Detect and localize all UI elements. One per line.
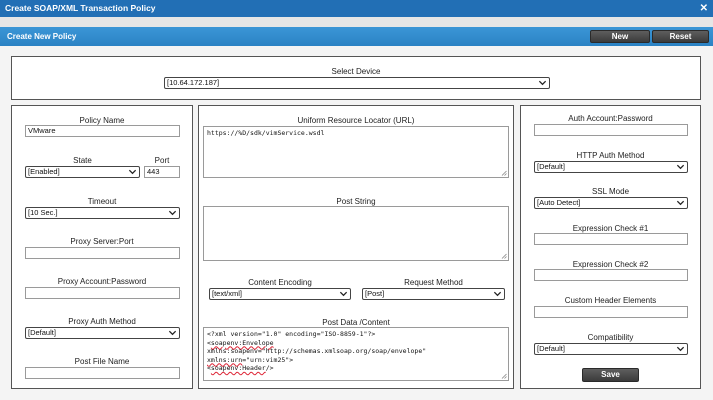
timeout-dropdown[interactable]: [10 Sec.]	[25, 207, 180, 219]
port-value: 443	[147, 167, 160, 176]
device-panel: Select Device [10.64.172.187]	[11, 56, 701, 100]
request-method-value: [Post]	[365, 289, 385, 298]
content-encoding-label: Content Encoding	[248, 278, 312, 287]
auth-account-label: Auth Account:Password	[568, 114, 653, 123]
ssl-mode-label: SSL Mode	[591, 187, 630, 196]
chevron-down-icon	[493, 290, 502, 298]
select-device-value: [10.64.172.187]	[167, 78, 220, 87]
chevron-down-icon	[168, 209, 177, 217]
dialog-title: Create SOAP/XML Transaction Policy	[5, 3, 156, 13]
post-file-input[interactable]	[25, 367, 180, 379]
chevron-down-icon	[676, 345, 685, 353]
spellcheck-word: xmlns:urn	[207, 355, 243, 364]
expression-check-2-label: Expression Check #2	[572, 260, 649, 269]
spellcheck-word: soapenv:Envelope	[210, 338, 274, 347]
resize-grip-icon[interactable]	[501, 253, 507, 259]
chevron-down-icon	[676, 199, 685, 207]
post-string-textarea[interactable]	[203, 206, 509, 261]
compatibility-dropdown[interactable]: [Default]	[534, 343, 688, 355]
resize-grip-icon[interactable]	[501, 170, 507, 176]
connection-panel: Policy Name VMware State Port [Enabled] …	[11, 105, 193, 389]
post-data-line: <soapenv:Header/>	[207, 364, 274, 372]
request-panel: Uniform Resource Locator (URL) https://%…	[198, 105, 514, 389]
spellcheck-word: soapenv:Header	[210, 364, 266, 372]
expression-check-1-label: Expression Check #1	[572, 224, 649, 233]
policy-header: Create New Policy New Reset	[0, 27, 713, 46]
url-textarea[interactable]: https://%D/sdk/vimService.wsdl	[203, 126, 509, 178]
chevron-down-icon	[676, 163, 685, 171]
state-dropdown[interactable]: [Enabled]	[25, 166, 140, 178]
post-data-line: xmlns:urn="urn:vim25">	[207, 355, 294, 364]
ssl-mode-dropdown[interactable]: [Auto Detect]	[534, 197, 688, 209]
resize-grip-icon[interactable]	[501, 373, 507, 379]
timeout-label: Timeout	[87, 197, 117, 206]
post-data-line: xmlns:soapenv="http://schemas.xmlsoap.or…	[207, 347, 427, 355]
dialog-titlebar: Create SOAP/XML Transaction Policy ✕	[0, 0, 713, 17]
post-data-label: Post Data /Content	[322, 318, 390, 327]
state-label: State	[73, 156, 92, 165]
url-label: Uniform Resource Locator (URL)	[297, 116, 415, 125]
custom-header-input[interactable]	[534, 306, 688, 318]
post-string-label: Post String	[336, 197, 376, 206]
proxy-auth-label: Proxy Auth Method	[68, 317, 136, 326]
chevron-down-icon	[339, 290, 348, 298]
proxy-account-input[interactable]	[25, 287, 180, 299]
reset-button[interactable]: Reset	[652, 30, 709, 43]
post-data-textarea[interactable]: <?xml version="1.0" encoding="ISO-8859-1…	[203, 327, 509, 381]
port-input[interactable]: 443	[144, 166, 180, 178]
proxy-server-input[interactable]	[25, 247, 180, 259]
close-icon[interactable]: ✕	[700, 0, 708, 17]
compatibility-label: Compatibility	[587, 333, 634, 342]
custom-header-label: Custom Header Elements	[564, 296, 657, 305]
ssl-mode-value: [Auto Detect]	[537, 198, 581, 207]
proxy-auth-value: [Default]	[28, 328, 56, 337]
port-label: Port	[154, 156, 170, 165]
request-method-dropdown[interactable]: [Post]	[362, 288, 505, 300]
http-auth-dropdown[interactable]: [Default]	[534, 161, 688, 173]
post-data-line: <?xml version="1.0" encoding="ISO-8859-1…	[207, 330, 376, 338]
policy-name-label: Policy Name	[79, 116, 125, 125]
policy-header-title: Create New Policy	[7, 32, 77, 41]
state-value: [Enabled]	[28, 167, 60, 176]
content-encoding-dropdown[interactable]: [text/xml]	[209, 288, 351, 300]
new-button[interactable]: New	[590, 30, 650, 43]
compatibility-value: [Default]	[537, 344, 565, 353]
post-data-line: <soapenv:Envelope	[207, 338, 274, 347]
expression-check-2-input[interactable]	[534, 269, 688, 281]
save-button[interactable]: Save	[582, 368, 639, 382]
content-encoding-value: [text/xml]	[212, 289, 243, 298]
proxy-auth-dropdown[interactable]: [Default]	[25, 327, 180, 339]
auth-panel: Auth Account:Password HTTP Auth Method […	[520, 105, 701, 389]
soap-policy-dialog: Create SOAP/XML Transaction Policy ✕ Cre…	[0, 0, 713, 400]
proxy-account-label: Proxy Account:Password	[57, 277, 147, 286]
url-value: https://%D/sdk/vimService.wsdl	[207, 129, 325, 137]
proxy-server-label: Proxy Server:Port	[70, 237, 134, 246]
post-file-label: Post File Name	[74, 357, 130, 366]
chevron-down-icon	[168, 329, 177, 337]
chevron-down-icon	[538, 79, 547, 87]
auth-account-input[interactable]	[534, 124, 688, 136]
policy-name-input[interactable]: VMware	[25, 125, 180, 137]
policy-name-value: VMware	[28, 126, 56, 135]
http-auth-label: HTTP Auth Method	[576, 151, 645, 160]
select-device-dropdown[interactable]: [10.64.172.187]	[164, 77, 550, 89]
title-spacer	[0, 17, 713, 27]
select-device-label: Select Device	[331, 67, 381, 76]
timeout-value: [10 Sec.]	[28, 208, 58, 217]
request-method-label: Request Method	[404, 278, 463, 287]
http-auth-value: [Default]	[537, 162, 565, 171]
expression-check-1-input[interactable]	[534, 233, 688, 245]
chevron-down-icon	[128, 168, 137, 176]
